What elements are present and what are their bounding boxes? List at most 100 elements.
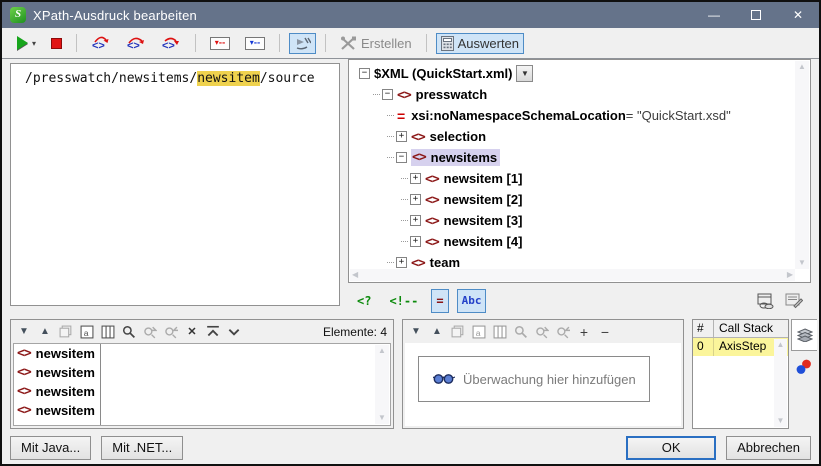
tree-node-label: newsitem [1]: [444, 171, 523, 186]
tree-node[interactable]: +<>newsitem [1]: [353, 168, 810, 189]
columns-icon[interactable]: [493, 325, 507, 339]
xpath-expression-editor[interactable]: /presswatch/newsitems/newsitem/source: [10, 63, 340, 306]
edit-result-icon[interactable]: [785, 293, 803, 309]
copy-all-icon[interactable]: a: [80, 325, 94, 339]
close-button[interactable]: ✕: [777, 2, 819, 28]
result-list-item[interactable]: <>newsitem: [14, 382, 390, 401]
tree-node[interactable]: −<>newsitems: [353, 147, 810, 168]
tree-connector: [373, 94, 380, 95]
scroll-down-icon[interactable]: ▼: [798, 259, 806, 267]
toggle-processing-instructions[interactable]: <?: [352, 289, 376, 313]
column-header-number[interactable]: #: [693, 320, 714, 338]
result-list-item[interactable]: <>newsitem: [14, 363, 390, 382]
tree-vertical-scrollbar[interactable]: ▲ ▼: [795, 61, 809, 269]
expand-icon[interactable]: +: [396, 131, 407, 142]
tree-node[interactable]: +<>newsitem [3]: [353, 210, 810, 231]
result-scrollbar[interactable]: ▲ ▼: [375, 345, 389, 424]
scroll-up-icon[interactable]: ▲: [378, 347, 386, 355]
with-java-button[interactable]: Mit Java...: [10, 436, 91, 460]
next-watch-icon[interactable]: ▼: [409, 325, 423, 339]
go-to-bottom-icon[interactable]: [227, 325, 241, 339]
scroll-down-icon[interactable]: ▼: [777, 417, 785, 425]
copy-icon[interactable]: [451, 325, 465, 339]
previous-result-icon[interactable]: ▲: [38, 325, 52, 339]
debug-toolbar: ▾ <> <> <>: [2, 28, 819, 59]
tree-node[interactable]: +<>newsitem [2]: [353, 189, 810, 210]
tree-node[interactable]: =xsi:noNamespaceSchemaLocation = "QuickS…: [353, 105, 810, 126]
ok-button[interactable]: OK: [626, 436, 716, 460]
cancel-button[interactable]: Abbrechen: [726, 436, 811, 460]
xml-source-dropdown[interactable]: ▼: [516, 65, 533, 82]
collapse-icon[interactable]: −: [396, 152, 407, 163]
minimize-button[interactable]: —: [693, 2, 735, 28]
step-over-button[interactable]: <>: [121, 33, 151, 54]
search-next-icon[interactable]: [143, 325, 157, 339]
go-to-top-icon[interactable]: [206, 325, 220, 339]
build-label: Erstellen: [361, 36, 412, 51]
clear-icon[interactable]: ✕: [185, 325, 199, 339]
copy-icon[interactable]: [59, 325, 73, 339]
expand-icon[interactable]: +: [410, 194, 421, 205]
insert-breakpoint-button[interactable]: ▾--: [205, 34, 235, 53]
start-debugger-button[interactable]: ▾: [12, 33, 41, 53]
debug-mode-toggle-button[interactable]: [289, 33, 316, 54]
toggle-text[interactable]: Abc: [457, 289, 487, 313]
next-result-icon[interactable]: ▼: [17, 325, 31, 339]
tree-connector: [401, 241, 408, 242]
remove-watch-icon[interactable]: −: [598, 325, 612, 339]
insert-tracepoint-button[interactable]: ▾--: [240, 34, 270, 53]
column-header-callstack[interactable]: Call Stack: [714, 320, 788, 338]
collapse-icon[interactable]: −: [359, 68, 370, 79]
debug-mode-icon: [294, 36, 311, 51]
callstack-scrollbar[interactable]: ▲ ▼: [774, 339, 787, 427]
scroll-down-icon[interactable]: ▼: [378, 414, 386, 422]
search-icon[interactable]: [122, 325, 136, 339]
toggle-comments[interactable]: <!--: [384, 289, 423, 313]
expand-icon[interactable]: +: [410, 173, 421, 184]
search-icon[interactable]: [514, 325, 528, 339]
maximize-button[interactable]: [735, 2, 777, 28]
evaluate-button[interactable]: Auswerten: [436, 33, 524, 54]
tree-root-row[interactable]: − $XML (QuickStart.xml) ▼: [353, 63, 810, 84]
search-previous-icon[interactable]: [164, 325, 178, 339]
result-list-item[interactable]: <>newsitem: [14, 401, 390, 420]
show-result-window-icon[interactable]: [757, 293, 775, 309]
step-into-button[interactable]: <>: [86, 33, 116, 54]
step-out-button[interactable]: <>: [156, 33, 186, 54]
tree-node[interactable]: +<>selection: [353, 126, 810, 147]
tree-horizontal-scrollbar[interactable]: ◀ ▶: [350, 269, 795, 281]
toggle-attributes[interactable]: =: [431, 289, 448, 313]
build-button[interactable]: Erstellen: [335, 33, 417, 54]
toolbar-separator: [195, 34, 196, 52]
chevron-down-icon[interactable]: ▾: [32, 39, 36, 48]
evaluate-label: Auswerten: [458, 36, 519, 51]
tree-display-toggles: <? <!-- = Abc: [348, 288, 811, 314]
scroll-left-icon[interactable]: ◀: [352, 271, 358, 279]
scroll-up-icon[interactable]: ▲: [798, 63, 806, 71]
search-next-icon[interactable]: [535, 325, 549, 339]
tree-node[interactable]: −<>presswatch: [353, 84, 810, 105]
expand-icon[interactable]: +: [410, 236, 421, 247]
tree-node-label: newsitem [2]: [444, 192, 523, 207]
xpath-dialog: S XPath-Ausdruck bearbeiten — ✕ ▾ <> <>: [0, 0, 821, 466]
expand-icon[interactable]: +: [396, 257, 407, 268]
column-divider[interactable]: [100, 344, 101, 425]
previous-watch-icon[interactable]: ▲: [430, 325, 444, 339]
tree-node[interactable]: +<>newsitem [4]: [353, 231, 810, 252]
add-watch-icon[interactable]: +: [577, 325, 591, 339]
tab-callstack[interactable]: [791, 319, 817, 351]
tab-breakpoints[interactable]: [791, 351, 817, 383]
search-previous-icon[interactable]: [556, 325, 570, 339]
expand-icon[interactable]: +: [410, 215, 421, 226]
collapse-icon[interactable]: −: [382, 89, 393, 100]
with-dotnet-button[interactable]: Mit .NET...: [101, 436, 183, 460]
copy-all-icon[interactable]: a: [472, 325, 486, 339]
tree-connector: [387, 157, 394, 158]
add-watch-here-button[interactable]: Überwachung hier hinzufügen: [418, 356, 650, 402]
result-list-item[interactable]: <>newsitem: [14, 344, 390, 363]
scroll-up-icon[interactable]: ▲: [777, 341, 785, 349]
stop-debugger-button[interactable]: [46, 35, 67, 52]
columns-icon[interactable]: [101, 325, 115, 339]
scroll-right-icon[interactable]: ▶: [787, 271, 793, 279]
result-list-panel: ▼ ▲ a: [10, 319, 394, 429]
